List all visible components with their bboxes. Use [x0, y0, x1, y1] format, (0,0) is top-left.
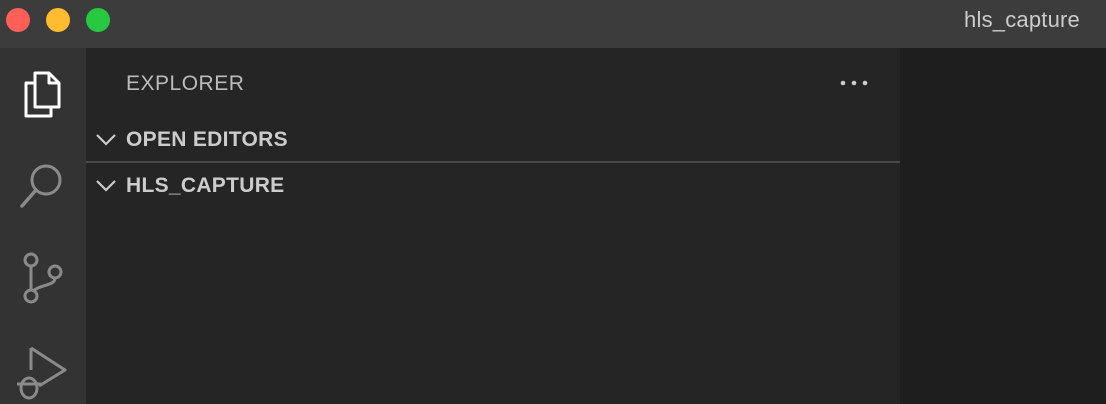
files-icon — [24, 71, 61, 118]
activity-explorer[interactable] — [0, 48, 86, 140]
section-label: OPEN EDITORS — [126, 128, 288, 151]
chevron-down-icon — [96, 134, 116, 146]
section-divider — [86, 161, 900, 163]
run-debug-icon — [17, 346, 67, 400]
activity-source-control[interactable] — [0, 232, 86, 324]
window-title: hls_capture — [964, 7, 1080, 32]
activity-run-debug[interactable] — [0, 324, 86, 404]
zoom-window-button[interactable] — [86, 8, 110, 32]
editor-area — [900, 48, 1106, 404]
title-bar: hls_capture — [0, 0, 1106, 48]
section-workspace-folder[interactable]: HLS_CAPTURE — [86, 164, 900, 208]
more-actions-button[interactable] — [836, 68, 872, 98]
search-icon — [20, 164, 62, 208]
minimize-window-button[interactable] — [46, 8, 70, 32]
activity-search[interactable] — [0, 140, 86, 232]
chevron-down-icon — [96, 180, 116, 192]
close-window-button[interactable] — [6, 8, 30, 32]
sidebar-title: EXPLORER — [126, 72, 245, 95]
section-open-editors[interactable]: OPEN EDITORS — [86, 118, 900, 162]
source-control-icon — [23, 252, 63, 304]
ellipsis-icon — [840, 80, 868, 86]
activity-bar — [0, 48, 86, 404]
vscode-window: hls_capture EXPLORER OPEN EDITORS HLS_CA… — [0, 0, 1106, 404]
section-label: HLS_CAPTURE — [126, 174, 285, 197]
explorer-sidebar: EXPLORER OPEN EDITORS HLS_CAPTURE — [86, 48, 900, 404]
